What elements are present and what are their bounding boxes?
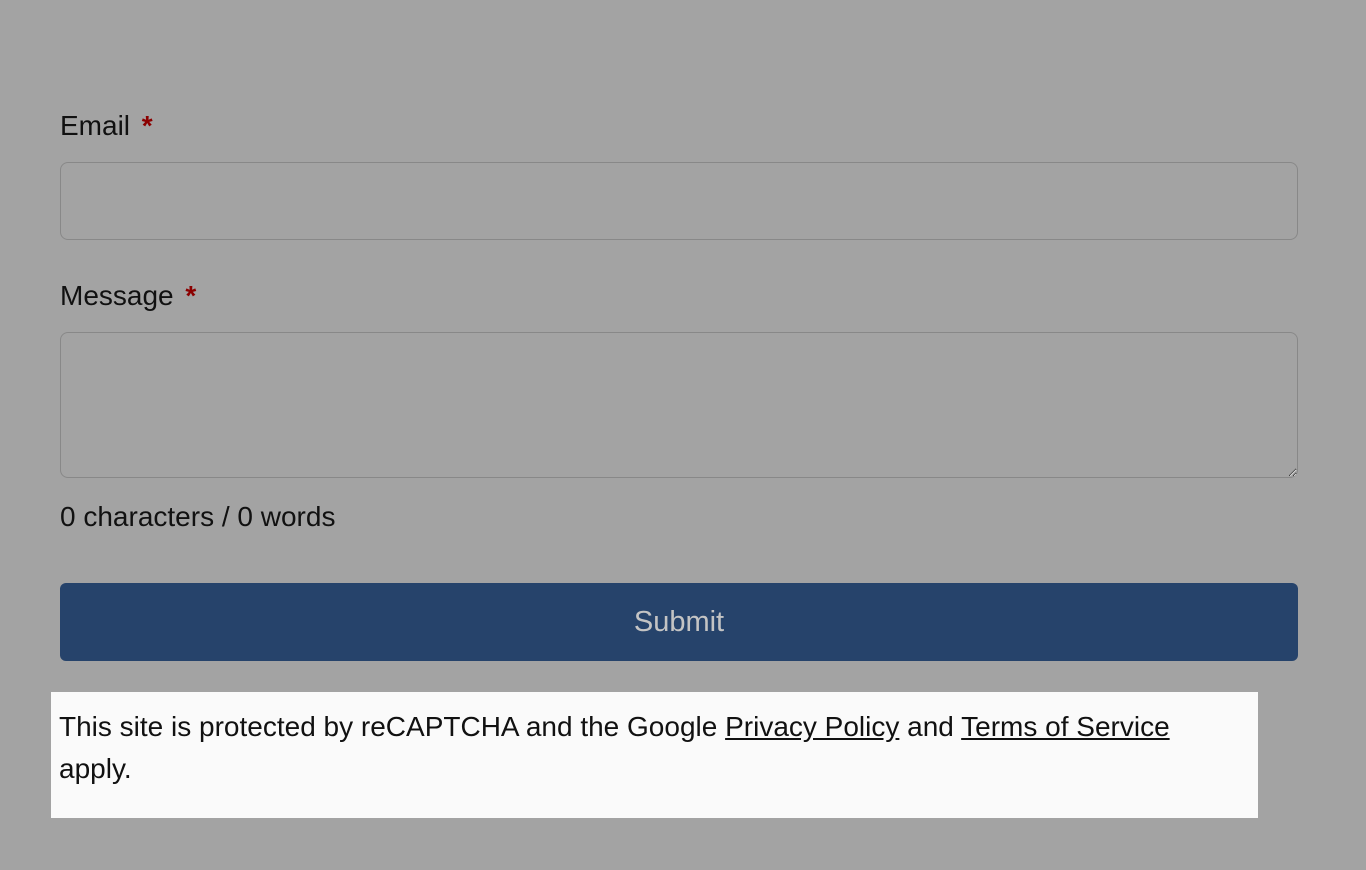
- email-label: Email *: [60, 110, 1306, 142]
- character-word-counter: 0 characters / 0 words: [60, 501, 1306, 533]
- message-textarea[interactable]: [60, 332, 1298, 478]
- email-field-group: Email *: [60, 110, 1306, 240]
- email-input[interactable]: [60, 162, 1298, 240]
- terms-of-service-link[interactable]: Terms of Service: [961, 711, 1170, 742]
- recaptcha-notice: This site is protected by reCAPTCHA and …: [51, 692, 1258, 818]
- recaptcha-suffix: apply.: [59, 753, 132, 784]
- required-marker: *: [142, 110, 153, 141]
- contact-form: Email * Message * 0 characters / 0 words…: [0, 0, 1366, 661]
- privacy-policy-link[interactable]: Privacy Policy: [725, 711, 899, 742]
- email-label-text: Email: [60, 110, 130, 141]
- message-label-text: Message: [60, 280, 174, 311]
- recaptcha-mid: and: [899, 711, 961, 742]
- required-marker: *: [185, 280, 196, 311]
- submit-button[interactable]: Submit: [60, 583, 1298, 661]
- message-field-group: Message * 0 characters / 0 words: [60, 280, 1306, 533]
- textarea-wrapper: [60, 332, 1298, 483]
- message-label: Message *: [60, 280, 1306, 312]
- recaptcha-prefix: This site is protected by reCAPTCHA and …: [59, 711, 725, 742]
